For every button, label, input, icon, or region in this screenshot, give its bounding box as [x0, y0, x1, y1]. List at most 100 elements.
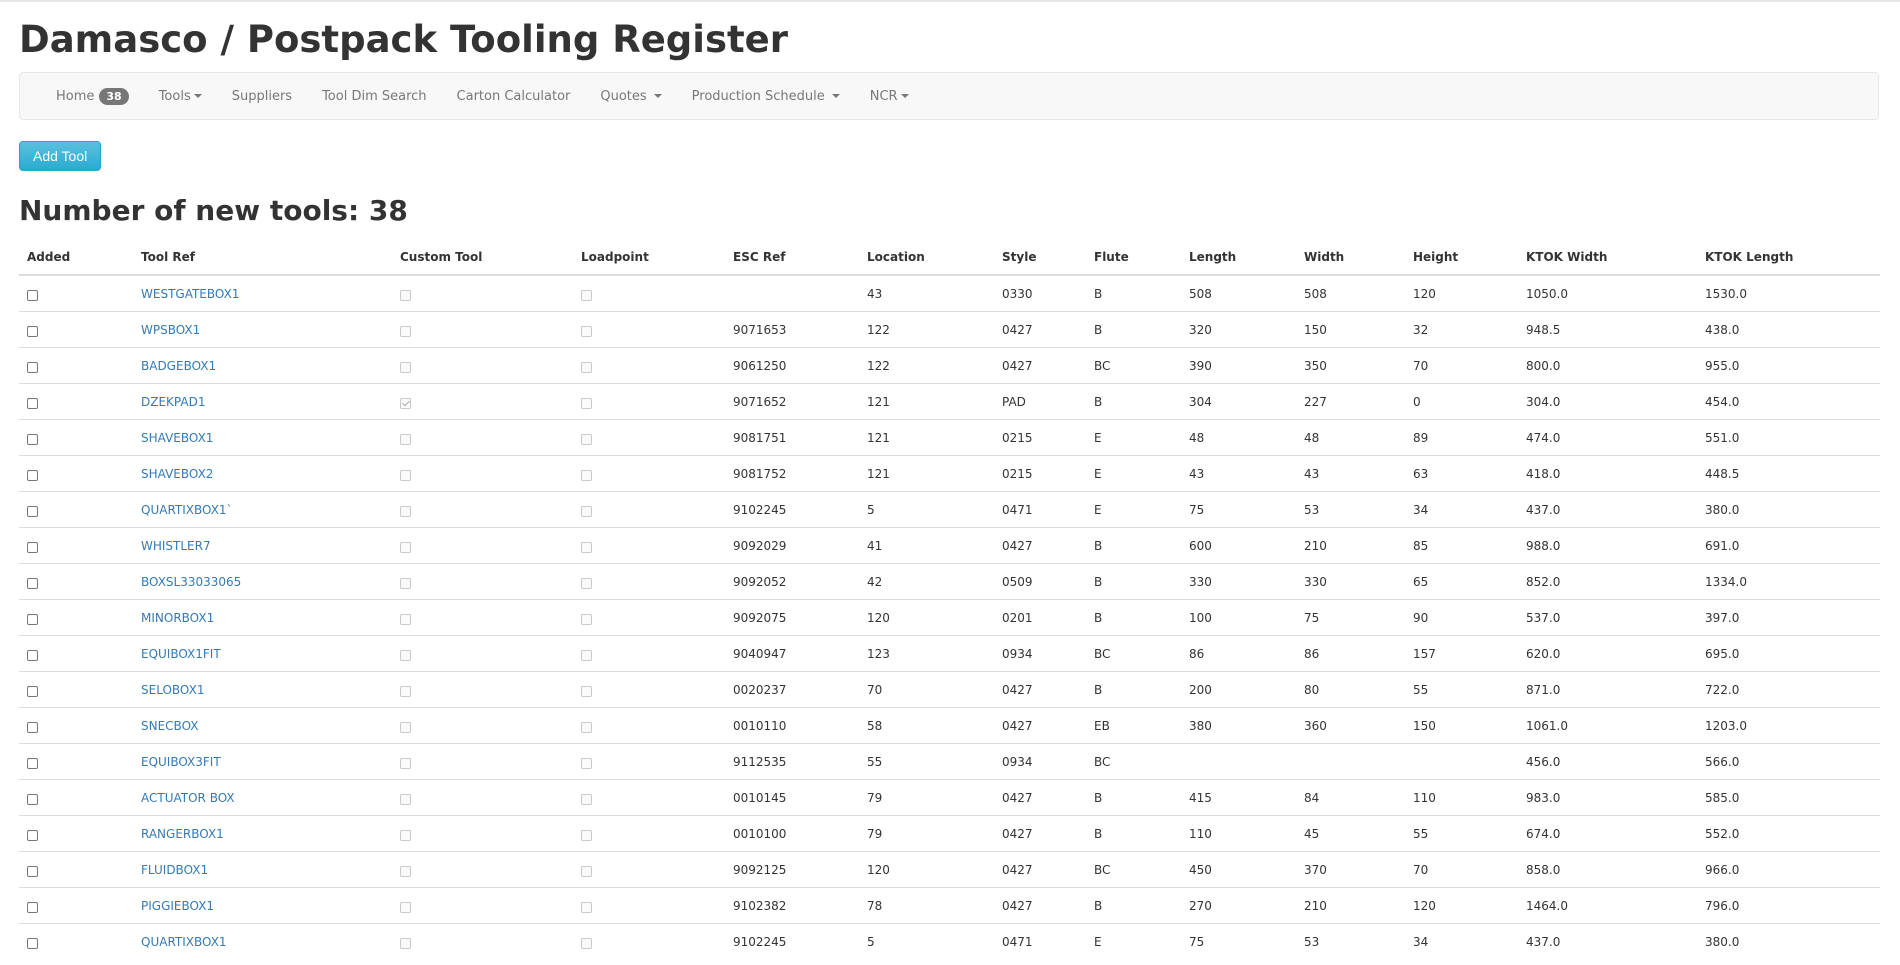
added-checkbox[interactable]	[27, 469, 38, 481]
cell-length: 304	[1181, 383, 1296, 420]
cell-loadpoint	[573, 455, 725, 492]
nav-quotes-dropdown[interactable]: Quotes	[600, 89, 662, 104]
added-checkbox[interactable]	[27, 541, 38, 553]
tool-ref-link[interactable]: QUARTIXBOX1`	[141, 503, 233, 517]
table-row: BOXSL33033065 9092052 42 0509 B 330 330 65 852.0…	[19, 563, 1880, 600]
tool-ref-link[interactable]: WESTGATEBOX1	[141, 287, 239, 301]
loadpoint-checkbox	[581, 361, 592, 373]
added-checkbox[interactable]	[27, 937, 38, 949]
loadpoint-checkbox	[581, 541, 592, 553]
added-checkbox[interactable]	[27, 289, 38, 301]
loadpoint-checkbox	[581, 469, 592, 481]
cell-added	[19, 274, 133, 312]
tool-ref-link[interactable]: SHAVEBOX2	[141, 467, 213, 481]
added-checkbox[interactable]	[27, 397, 38, 409]
cell-esc-ref: 0010110	[725, 707, 859, 744]
tool-ref-link[interactable]: SNECBOX	[141, 719, 198, 733]
cell-height: 157	[1405, 635, 1518, 672]
nav-carton-calculator-label: Carton Calculator	[456, 88, 571, 104]
nav-carton-calculator[interactable]: Carton Calculator	[457, 89, 571, 104]
added-checkbox[interactable]	[27, 325, 38, 337]
cell-custom-tool	[392, 707, 573, 744]
column-header-location: Location	[859, 240, 994, 276]
added-checkbox[interactable]	[27, 901, 38, 913]
cell-location: 122	[859, 347, 994, 384]
added-checkbox[interactable]	[27, 505, 38, 517]
tool-ref-link[interactable]: ACTUATOR BOX	[141, 791, 235, 805]
cell-width: 330	[1296, 563, 1405, 600]
cell-custom-tool	[392, 671, 573, 708]
cell-tool-ref: WESTGATEBOX1	[133, 274, 392, 312]
added-checkbox[interactable]	[27, 433, 38, 445]
main-navbar: Home 38 Tools Suppliers Tool Dim Search …	[19, 72, 1879, 120]
cell-loadpoint	[573, 743, 725, 780]
tool-ref-link[interactable]: SELOBOX1	[141, 683, 204, 697]
nav-ncr-dropdown[interactable]: NCR	[870, 89, 909, 104]
custom-tool-checkbox	[400, 469, 411, 481]
cell-height: 110	[1405, 779, 1518, 816]
added-checkbox[interactable]	[27, 613, 38, 625]
added-checkbox[interactable]	[27, 361, 38, 373]
cell-tool-ref: QUARTIXBOX1	[133, 923, 392, 959]
cell-esc-ref: 9092029	[725, 527, 859, 564]
table-row: SELOBOX1 0020237 70 0427 B 200 80 55 871.0 722.0	[19, 671, 1880, 708]
cell-esc-ref: 9112535	[725, 743, 859, 780]
cell-ktok-length: 552.0	[1697, 815, 1880, 852]
cell-height: 89	[1405, 419, 1518, 456]
cell-ktok-width: 456.0	[1518, 743, 1697, 780]
tool-ref-link[interactable]: FLUIDBOX1	[141, 863, 208, 877]
column-header-added: Added	[19, 240, 133, 276]
cell-length: 320	[1181, 311, 1296, 348]
cell-flute: B	[1086, 599, 1181, 636]
added-checkbox[interactable]	[27, 757, 38, 769]
added-checkbox[interactable]	[27, 577, 38, 589]
loadpoint-checkbox	[581, 505, 592, 517]
cell-width: 350	[1296, 347, 1405, 384]
cell-ktok-length: 722.0	[1697, 671, 1880, 708]
nav-home[interactable]: Home 38	[56, 87, 129, 105]
added-checkbox[interactable]	[27, 649, 38, 661]
tool-ref-link[interactable]: MINORBOX1	[141, 611, 214, 625]
column-header-ktok-width: KTOK Width	[1518, 240, 1697, 276]
cell-length: 600	[1181, 527, 1296, 564]
nav-suppliers[interactable]: Suppliers	[232, 89, 292, 104]
added-checkbox[interactable]	[27, 685, 38, 697]
nav-tools-dropdown[interactable]: Tools	[159, 89, 202, 104]
cell-ktok-length: 796.0	[1697, 887, 1880, 924]
cell-added	[19, 419, 133, 456]
tool-ref-link[interactable]: BADGEBOX1	[141, 359, 216, 373]
tool-ref-link[interactable]: QUARTIXBOX1	[141, 935, 227, 949]
add-tool-button[interactable]: Add Tool	[19, 141, 102, 171]
cell-ktok-width: 437.0	[1518, 491, 1697, 528]
added-checkbox[interactable]	[27, 721, 38, 733]
added-checkbox[interactable]	[27, 829, 38, 841]
tool-ref-link[interactable]: PIGGIEBOX1	[141, 899, 214, 913]
cell-style: 0427	[994, 815, 1086, 852]
loadpoint-checkbox	[581, 793, 592, 805]
tool-ref-link[interactable]: WPSBOX1	[141, 323, 200, 337]
cell-ktok-length: 454.0	[1697, 383, 1880, 420]
added-checkbox[interactable]	[27, 865, 38, 877]
nav-tool-dim-search[interactable]: Tool Dim Search	[322, 89, 426, 104]
tool-ref-link[interactable]: EQUIBOX3FIT	[141, 755, 221, 769]
cell-added	[19, 887, 133, 924]
tool-ref-link[interactable]: BOXSL33033065	[141, 575, 241, 589]
cell-added	[19, 635, 133, 672]
cell-location: 43	[859, 274, 994, 312]
loadpoint-checkbox	[581, 325, 592, 337]
cell-ktok-width: 437.0	[1518, 923, 1697, 959]
table-header-row: Added Tool Ref Custom Tool Loadpoint ESC…	[19, 240, 1880, 276]
cell-added	[19, 923, 133, 959]
added-checkbox[interactable]	[27, 793, 38, 805]
cell-loadpoint	[573, 527, 725, 564]
tool-ref-link[interactable]: EQUIBOX1FIT	[141, 647, 221, 661]
tool-ref-link[interactable]: WHISTLER7	[141, 539, 211, 553]
cell-flute: E	[1086, 923, 1181, 959]
tool-ref-link[interactable]: SHAVEBOX1	[141, 431, 213, 445]
tool-ref-link[interactable]: DZEKPAD1	[141, 395, 205, 409]
nav-production-schedule-dropdown[interactable]: Production Schedule	[692, 89, 840, 104]
cell-flute: B	[1086, 887, 1181, 924]
tool-ref-link[interactable]: RANGERBOX1	[141, 827, 224, 841]
cell-ktok-width: 1464.0	[1518, 887, 1697, 924]
cell-esc-ref: 9092125	[725, 851, 859, 888]
